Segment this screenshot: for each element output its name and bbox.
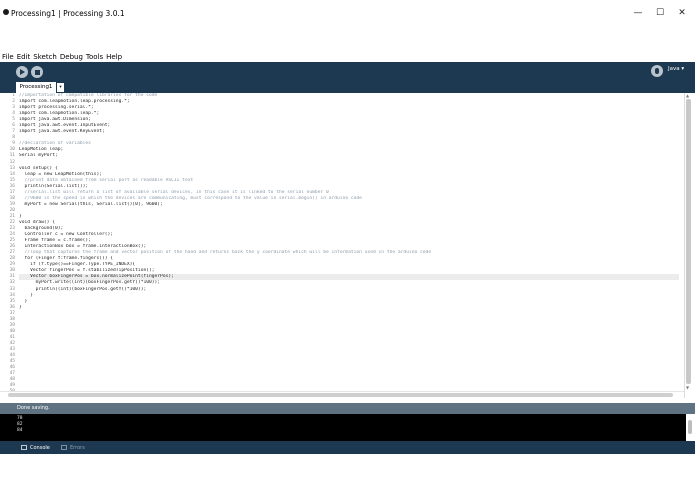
title-bar: Processing1 | Processing 3.0.1 — ☐ ✕ (0, 0, 695, 30)
status-line: Done saving. (0, 403, 695, 414)
console-lines: 78 82 84 (17, 416, 23, 435)
code-area[interactable]: //Importation of compatible libraries fo… (19, 93, 679, 395)
tab-errors[interactable]: Errors (61, 444, 85, 451)
editor-horizontal-scrollbar[interactable] (0, 391, 684, 398)
console-scrollbar[interactable] (686, 414, 695, 441)
mode-selector[interactable]: Java ▾ (668, 66, 684, 72)
tab-processing1[interactable]: Processing1 (16, 82, 56, 93)
console-icon (21, 445, 27, 450)
menu-file[interactable]: File (2, 53, 14, 61)
menu-edit[interactable]: Edit (17, 53, 31, 61)
tab-console[interactable]: Console (21, 444, 50, 451)
scroll-up-icon[interactable]: ▲ (686, 93, 689, 98)
menu-help[interactable]: Help (106, 53, 122, 61)
maximize-button[interactable]: ☐ (653, 6, 667, 20)
console-tabs-bar: Console Errors (0, 441, 695, 454)
code-editor[interactable]: 1 2 3 4 5 6 7 8 9 10 11 12 13 14 15 16 17 18 19 20 21 22 23 24 2… (0, 93, 695, 398)
close-button[interactable]: ✕ (675, 6, 689, 20)
tab-console-label: Console (30, 444, 50, 451)
stop-button[interactable] (31, 66, 43, 78)
tab-strip: Processing1 ▾ (0, 81, 695, 93)
console-line: 84 (17, 428, 23, 434)
window-title: Processing1 | Processing 3.0.1 (11, 9, 125, 18)
menu-tools[interactable]: Tools (86, 53, 103, 61)
processing-logo-icon (3, 8, 9, 18)
processing-ide-window: Processing1 | Processing 3.0.1 — ☐ ✕ Fil… (0, 0, 695, 494)
errors-icon (61, 445, 67, 450)
editor-vertical-scrollbar[interactable]: ▲ ▼ (684, 93, 693, 398)
menu-debug[interactable]: Debug (60, 53, 83, 61)
toolbar: Java ▾ (0, 62, 695, 81)
tab-menu-arrow-icon[interactable]: ▾ (57, 83, 64, 92)
editor-horizontal-thumb[interactable] (8, 393, 673, 397)
status-message: Done saving. (17, 405, 50, 411)
console-output[interactable]: 78 82 84 (0, 414, 695, 441)
window-bottom-area (0, 454, 695, 494)
menu-bar: File Edit Sketch Debug Tools Help (0, 52, 125, 62)
menu-sketch[interactable]: Sketch (33, 53, 57, 61)
debugger-icon[interactable] (651, 65, 663, 77)
minimize-button[interactable]: — (631, 6, 645, 20)
scroll-down-icon[interactable]: ▼ (686, 385, 689, 390)
line-number-gutter: 1 2 3 4 5 6 7 8 9 10 11 12 13 14 15 16 17 18 19 20 21 22 23 24 2… (0, 93, 17, 398)
run-button[interactable] (16, 66, 28, 78)
editor-scroll-thumb[interactable] (686, 99, 691, 384)
tab-errors-label: Errors (70, 444, 85, 451)
